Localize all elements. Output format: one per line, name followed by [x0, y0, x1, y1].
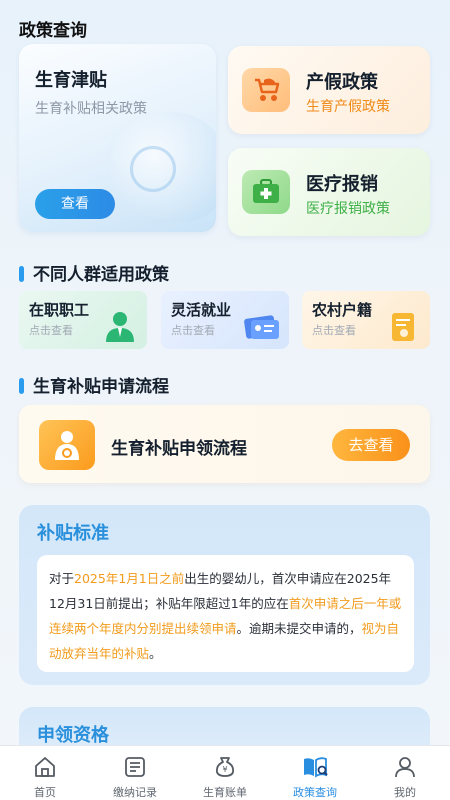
list-icon	[122, 754, 148, 780]
tab-maternity-bill[interactable]: ¥ 生育账单	[180, 746, 270, 800]
maternity-allowance-subtitle: 生育补贴相关政策	[35, 101, 147, 117]
medical-reimbursement-subtitle: 医疗报销政策	[306, 201, 390, 217]
group-subtitle: 点击查看	[171, 324, 215, 337]
view-button[interactable]: 查看	[35, 189, 115, 219]
qualification-heading: 申领资格	[37, 725, 109, 746]
group-title: 灵活就业	[171, 301, 232, 319]
employee-icon	[101, 309, 139, 343]
maternity-allowance-title: 生育津贴	[35, 70, 107, 91]
document-icon	[384, 309, 422, 343]
groups-heading: 不同人群适用政策	[19, 260, 169, 285]
group-subtitle: 点击查看	[29, 324, 73, 337]
stroller-icon	[242, 68, 290, 112]
group-title: 在职职工	[29, 301, 90, 319]
subsidy-standard-heading: 补贴标准	[37, 523, 109, 544]
maternity-allowance-card[interactable]: 生育津贴 生育补贴相关政策 查看	[19, 44, 216, 232]
group-card-flexible[interactable]: 灵活就业 点击查看	[161, 291, 289, 349]
home-icon	[32, 754, 58, 780]
application-flow-card[interactable]: 生育补贴申领流程 去查看	[19, 405, 430, 483]
user-icon	[392, 754, 418, 780]
go-view-button[interactable]: 去查看	[332, 429, 410, 461]
medical-reimbursement-card[interactable]: 医疗报销 医疗报销政策	[228, 148, 430, 236]
medical-kit-icon	[242, 170, 290, 214]
flow-heading: 生育补贴申请流程	[19, 372, 169, 397]
tab-mine[interactable]: 我的	[360, 746, 450, 800]
subsidy-standard-section: 补贴标准 对于2025年1月1日之前出生的婴幼儿，首次申请应在2025年12月3…	[19, 505, 430, 685]
group-card-rural[interactable]: 农村户籍 点击查看	[302, 291, 430, 349]
group-subtitle: 点击查看	[312, 324, 356, 337]
maternity-leave-title: 产假政策	[306, 72, 378, 93]
money-bag-icon: ¥	[212, 754, 238, 780]
page-title: 政策查询	[19, 21, 87, 41]
svg-text:¥: ¥	[222, 765, 227, 774]
tab-home[interactable]: 首页	[0, 746, 90, 800]
mother-baby-icon	[39, 420, 95, 470]
subsidy-standard-text: 对于2025年1月1日之前出生的婴幼儿，首次申请应在2025年12月31日前提出…	[37, 555, 414, 672]
bottom-tab-bar: 首页 缴纳记录 ¥ 生育账单 政策查询 我的	[0, 745, 450, 800]
group-title: 农村户籍	[312, 301, 373, 319]
maternity-leave-card[interactable]: 产假政策 生育产假政策	[228, 46, 430, 134]
medical-reimbursement-title: 医疗报销	[306, 174, 378, 195]
id-card-icon	[243, 309, 281, 343]
maternity-leave-subtitle: 生育产假政策	[306, 99, 390, 115]
tab-policy-query[interactable]: 政策查询	[270, 746, 360, 800]
flow-title: 生育补贴申领流程	[111, 439, 247, 459]
group-card-employee[interactable]: 在职职工 点击查看	[19, 291, 147, 349]
tab-payment-records[interactable]: 缴纳记录	[90, 746, 180, 800]
policy-book-icon	[302, 754, 328, 780]
